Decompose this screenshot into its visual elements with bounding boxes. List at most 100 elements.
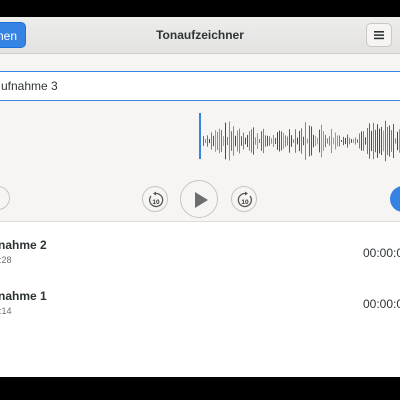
play-icon xyxy=(195,192,208,208)
waveform-bar xyxy=(325,134,326,148)
recording-name-input[interactable]: ufnahme 3 xyxy=(0,71,400,101)
waveform-bar xyxy=(339,135,340,147)
waveform-bar xyxy=(347,134,348,148)
waveform-bar xyxy=(331,128,332,154)
waveform-bar xyxy=(227,136,228,146)
recording-title: fnahme 2 xyxy=(0,238,47,252)
skip-back-button[interactable]: 10 xyxy=(142,186,168,212)
waveform-bar xyxy=(239,128,240,154)
recordings-list: fnahme 2 9:28 00:00:0 fnahme 1 8:14 00:0… xyxy=(0,221,400,377)
delete-button[interactable] xyxy=(0,186,10,210)
waveform-bar xyxy=(273,135,274,147)
waveform-bar xyxy=(287,136,288,146)
waveform-bar xyxy=(275,137,276,145)
waveform-bar xyxy=(349,137,350,145)
recording-date: 9:28 xyxy=(0,255,12,265)
rewind-10-icon: 10 xyxy=(148,191,164,208)
waveform-bar xyxy=(361,131,362,151)
waveform-bar xyxy=(337,135,338,147)
waveform-bar xyxy=(285,135,286,147)
waveform-bar xyxy=(291,135,292,147)
waveform-bar xyxy=(245,137,246,145)
waveform-bar xyxy=(235,135,236,147)
waveform-bar xyxy=(377,124,378,158)
rewind-seconds-label: 10 xyxy=(152,199,160,206)
hamburger-menu-icon xyxy=(374,31,384,40)
waveform-bar xyxy=(269,136,270,146)
window-title: Tonaufzeichner xyxy=(156,28,244,42)
waveform-bar xyxy=(387,126,388,156)
waveform-area[interactable] xyxy=(0,107,400,177)
waveform-bar xyxy=(329,136,330,146)
app-window: nen Tonaufzeichner ufnahme 3 10 xyxy=(0,17,400,377)
waveform-bar xyxy=(313,134,314,148)
waveform-bar xyxy=(277,132,278,150)
waveform-bar xyxy=(223,136,224,146)
waveform-bar xyxy=(261,131,262,151)
waveform-bar xyxy=(389,125,390,157)
menu-button[interactable] xyxy=(366,23,392,47)
waveform-bar xyxy=(327,138,328,144)
recording-duration: 00:00:0 xyxy=(363,246,400,260)
waveform-bar xyxy=(369,123,370,159)
waveform-bar xyxy=(309,125,310,157)
waveform-bar xyxy=(281,131,282,151)
waveform-bar xyxy=(265,135,266,147)
skip-forward-button[interactable]: 10 xyxy=(231,186,257,212)
waveform-bar xyxy=(367,128,368,154)
waveform-bar xyxy=(321,124,322,158)
waveform-bar xyxy=(363,131,364,151)
waveform-bar xyxy=(351,139,352,143)
recording-duration: 00:00:0 xyxy=(363,297,400,311)
waveform-bar xyxy=(233,126,234,156)
waveform-bar xyxy=(371,130,372,152)
waveform-bar xyxy=(243,132,244,150)
recording-date: 8:14 xyxy=(0,306,12,316)
waveform-bar xyxy=(393,123,394,159)
waveform-bar xyxy=(395,138,396,144)
record-button[interactable] xyxy=(390,186,400,212)
waveform-bar xyxy=(289,129,290,153)
waveform-bar xyxy=(209,138,210,144)
waveform-bar xyxy=(213,135,214,147)
waveform-bar xyxy=(267,135,268,147)
waveform-bar xyxy=(253,127,254,155)
forward-10-icon: 10 xyxy=(237,191,253,208)
waveform-bar xyxy=(207,135,208,147)
waveform-bar xyxy=(237,130,238,152)
waveform-bar xyxy=(317,137,318,145)
waveform-bar xyxy=(341,140,342,142)
waveform-bar xyxy=(299,130,300,152)
waveform-bar xyxy=(365,137,366,145)
waveform-bar xyxy=(203,136,204,146)
waveform-bar xyxy=(283,132,284,150)
waveform-bar xyxy=(295,129,296,153)
play-button[interactable] xyxy=(180,180,218,218)
waveform xyxy=(199,113,400,162)
playback-controls: 10 10 xyxy=(0,175,400,225)
waveform-bar xyxy=(301,128,302,154)
playhead-cursor[interactable] xyxy=(199,113,201,159)
waveform-bar xyxy=(271,138,272,144)
waveform-bar xyxy=(357,139,358,143)
waveform-bar xyxy=(231,131,232,151)
waveform-bar xyxy=(381,126,382,156)
waveform-bar xyxy=(263,128,264,154)
waveform-bar xyxy=(323,131,324,151)
waveform-bar xyxy=(343,136,344,146)
waveform-bar xyxy=(225,122,226,160)
waveform-bar xyxy=(241,136,242,146)
waveform-bar xyxy=(335,132,336,150)
waveform-bar xyxy=(383,130,384,152)
waveform-bar xyxy=(379,128,380,154)
waveform-bar xyxy=(315,135,316,147)
waveform-bar xyxy=(211,132,212,150)
waveform-bar xyxy=(297,137,298,145)
waveform-bar xyxy=(311,126,312,156)
waveform-bar xyxy=(251,129,252,153)
list-item[interactable]: fnahme 2 9:28 00:00:0 xyxy=(0,222,400,272)
waveform-bar xyxy=(353,138,354,144)
waveform-bar xyxy=(215,130,216,152)
waveform-bar xyxy=(205,138,206,144)
list-item[interactable]: fnahme 1 8:14 00:00:0 xyxy=(0,273,400,323)
